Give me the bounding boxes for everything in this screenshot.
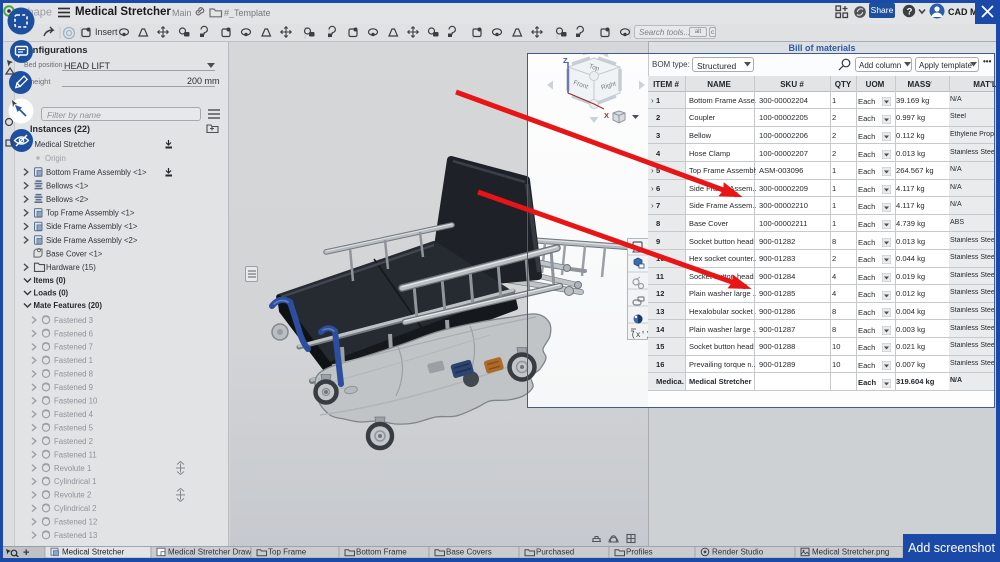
svg-text:Medical Stretcher.png: Medical Stretcher.png bbox=[812, 548, 889, 557]
svg-text:Fastened 1: Fastened 1 bbox=[54, 356, 93, 365]
svg-text:Fastened 7: Fastened 7 bbox=[54, 343, 93, 352]
svg-text:Loads (0): Loads (0) bbox=[34, 288, 69, 297]
svg-text:Hardware (15): Hardware (15) bbox=[46, 263, 96, 272]
svg-text:Base Cover <1>: Base Cover <1> bbox=[46, 249, 103, 258]
svg-text:Fastened 10: Fastened 10 bbox=[54, 397, 98, 406]
svg-text:Fastened 4: Fastened 4 bbox=[54, 410, 94, 419]
svg-text:Base Covers: Base Covers bbox=[446, 548, 492, 557]
svg-text:?: ? bbox=[907, 6, 913, 17]
svg-text:Fastened 11: Fastened 11 bbox=[54, 450, 97, 459]
svg-text:Bottom Frame Assembly <1>: Bottom Frame Assembly <1> bbox=[46, 168, 147, 177]
svg-text:Bottom Frame: Bottom Frame bbox=[356, 548, 407, 557]
svg-text:Fastened 5: Fastened 5 bbox=[54, 423, 94, 432]
svg-text:Medical Stretcher: Medical Stretcher bbox=[35, 140, 96, 149]
svg-text:Profiles: Profiles bbox=[626, 548, 653, 557]
svg-text:Fastened 3: Fastened 3 bbox=[54, 316, 93, 325]
svg-text:Medical Stretcher Draw...: Medical Stretcher Draw... bbox=[168, 548, 257, 557]
svg-text:Top Frame Assembly <1>: Top Frame Assembly <1> bbox=[46, 209, 135, 218]
svg-text:Top Frame: Top Frame bbox=[268, 548, 307, 557]
svg-text:Medical Stretcher: Medical Stretcher bbox=[62, 548, 125, 557]
svg-text:#_Templates: #_Templates bbox=[224, 8, 270, 18]
svg-text:Fastened 12: Fastened 12 bbox=[54, 518, 97, 527]
svg-text:Fastened 8: Fastened 8 bbox=[54, 370, 93, 379]
svg-text:Bellows <2>: Bellows <2> bbox=[46, 195, 89, 204]
svg-text:Fastened 9: Fastened 9 bbox=[54, 383, 93, 392]
svg-text:Cylindrical 2: Cylindrical 2 bbox=[54, 504, 96, 513]
svg-text:Fastened 6: Fastened 6 bbox=[54, 329, 93, 338]
svg-text:Side Frame Assembly <2>: Side Frame Assembly <2> bbox=[46, 236, 138, 245]
svg-text:Bellows <1>: Bellows <1> bbox=[46, 181, 89, 190]
svg-text:Fastened 2: Fastened 2 bbox=[54, 437, 93, 446]
svg-text:Mate Features (20): Mate Features (20) bbox=[34, 301, 103, 310]
svg-text:Origin: Origin bbox=[45, 154, 66, 163]
svg-text:Revolute 1: Revolute 1 bbox=[54, 464, 91, 473]
svg-text:Side Frame Assembly <1>: Side Frame Assembly <1> bbox=[46, 222, 138, 231]
svg-text:Cylindrical 1: Cylindrical 1 bbox=[54, 477, 96, 486]
svg-text:Items (0): Items (0) bbox=[34, 276, 66, 285]
svg-text:Purchased: Purchased bbox=[536, 548, 574, 557]
svg-text:Render Studio: Render Studio bbox=[712, 548, 764, 557]
svg-text:Fastened 13: Fastened 13 bbox=[54, 531, 97, 540]
svg-text:Revolute 2: Revolute 2 bbox=[54, 491, 91, 500]
